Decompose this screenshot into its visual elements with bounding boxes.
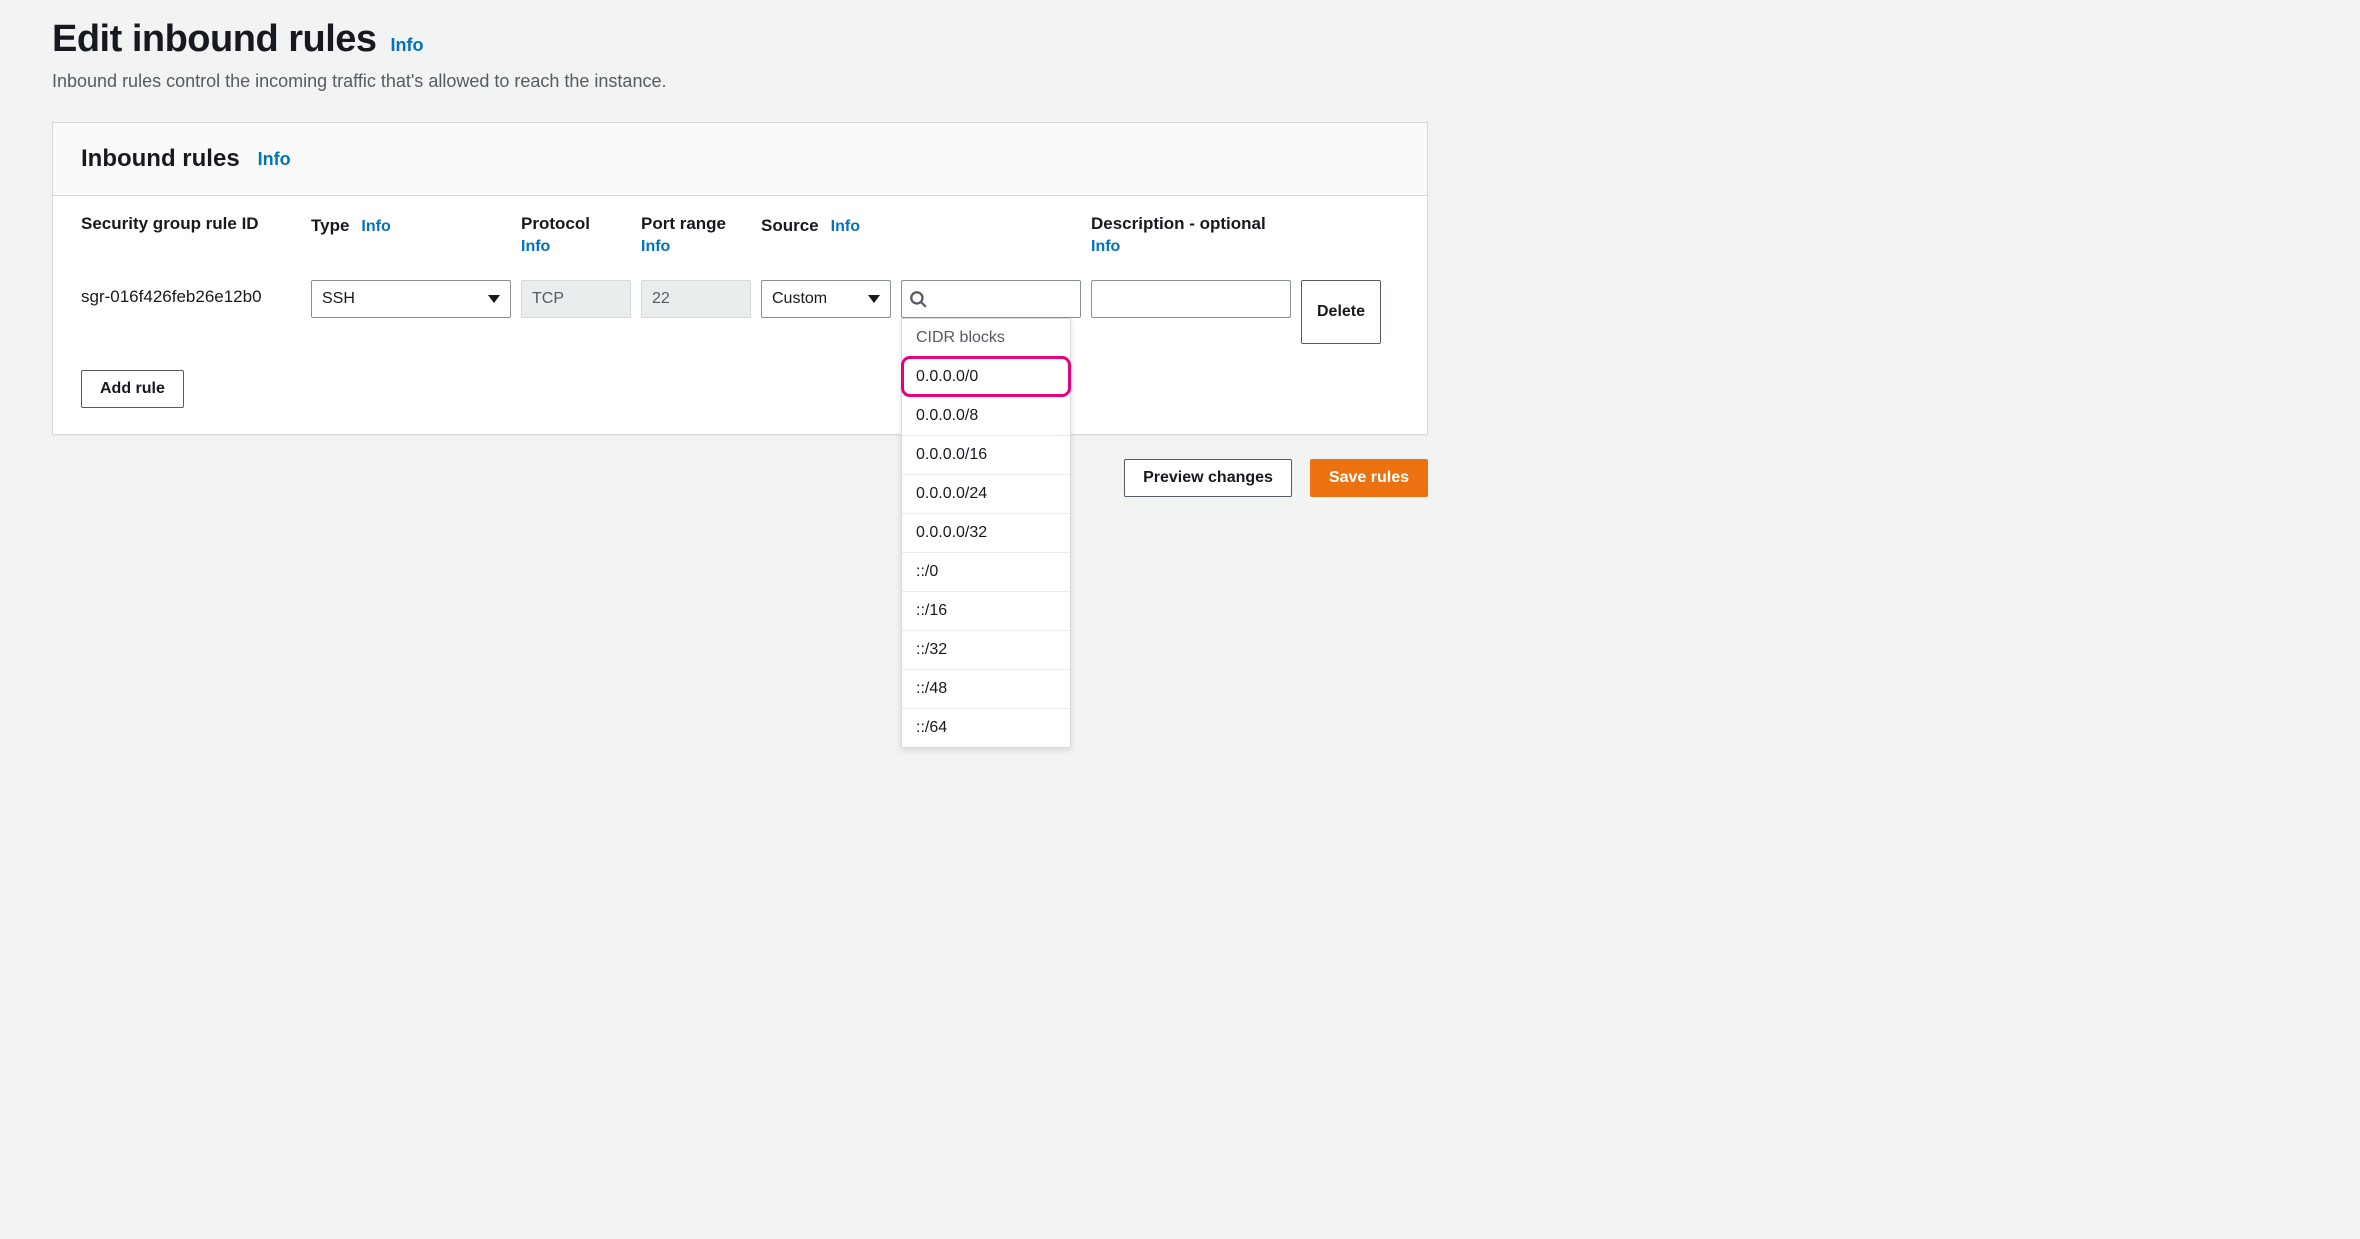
- col-port-info-link[interactable]: Info: [641, 238, 751, 256]
- col-port: Port range Info: [641, 214, 751, 256]
- col-source-label: Source: [761, 216, 819, 236]
- col-type-label: Type: [311, 216, 349, 236]
- source-mode-value: Custom: [772, 290, 827, 308]
- page-subtitle: Inbound rules control the incoming traff…: [52, 71, 1428, 92]
- col-port-label: Port range: [641, 214, 726, 233]
- cidr-option[interactable]: ::/0: [902, 552, 1070, 591]
- col-protocol-label: Protocol: [521, 214, 590, 233]
- description-input[interactable]: [1091, 280, 1291, 318]
- rules-table: Security group rule ID Type Info Protoco…: [53, 196, 1427, 434]
- cidr-option[interactable]: ::/32: [902, 630, 1070, 669]
- source-mode-select[interactable]: Custom: [761, 280, 891, 318]
- type-select[interactable]: SSH: [311, 280, 511, 318]
- panel-title: Inbound rules: [81, 145, 240, 173]
- rule-id-value: sgr-016f426feb26e12b0: [81, 280, 301, 344]
- table-header-row: Security group rule ID Type Info Protoco…: [53, 196, 1427, 270]
- chevron-down-icon: [868, 295, 880, 303]
- col-protocol: Protocol Info: [521, 214, 631, 256]
- port-field: 22: [641, 280, 751, 318]
- col-source-info-link[interactable]: Info: [831, 218, 860, 236]
- type-select-value: SSH: [322, 290, 355, 308]
- panel-info-link[interactable]: Info: [258, 149, 291, 170]
- preview-changes-button[interactable]: Preview changes: [1124, 459, 1292, 497]
- col-source: Source Info: [761, 214, 891, 256]
- delete-button[interactable]: Delete: [1301, 280, 1381, 344]
- col-description-label: Description - optional: [1091, 214, 1266, 233]
- cidr-dropdown-header: CIDR blocks: [902, 319, 1070, 357]
- cidr-option[interactable]: 0.0.0.0/32: [902, 513, 1070, 552]
- cidr-option[interactable]: ::/16: [902, 591, 1070, 630]
- cidr-option[interactable]: ::/64: [902, 708, 1070, 747]
- col-rule-id: Security group rule ID: [81, 214, 301, 256]
- col-description: Description - optional Info: [1091, 214, 1291, 256]
- cidr-dropdown: CIDR blocks 0.0.0.0/00.0.0.0/80.0.0.0/16…: [901, 318, 1071, 748]
- cidr-option[interactable]: 0.0.0.0/0: [902, 357, 1070, 396]
- inbound-rules-panel: Inbound rules Info Security group rule I…: [52, 122, 1428, 435]
- col-type-info-link[interactable]: Info: [361, 218, 390, 236]
- cidr-option[interactable]: ::/48: [902, 669, 1070, 708]
- save-rules-button[interactable]: Save rules: [1310, 459, 1428, 497]
- add-rule-button[interactable]: Add rule: [81, 370, 184, 408]
- col-description-info-link[interactable]: Info: [1091, 238, 1291, 256]
- cidr-option[interactable]: 0.0.0.0/24: [902, 474, 1070, 513]
- cidr-option[interactable]: 0.0.0.0/8: [902, 396, 1070, 435]
- cidr-option[interactable]: 0.0.0.0/16: [902, 435, 1070, 474]
- page-title: Edit inbound rules: [52, 18, 377, 61]
- table-row: sgr-016f426feb26e12b0 SSH TCP 22 Custom: [53, 270, 1427, 354]
- protocol-field: TCP: [521, 280, 631, 318]
- col-protocol-info-link[interactable]: Info: [521, 238, 631, 256]
- source-search-input[interactable]: [901, 280, 1081, 318]
- chevron-down-icon: [488, 295, 500, 303]
- page-title-info-link[interactable]: Info: [391, 35, 424, 56]
- col-type: Type Info: [311, 214, 511, 256]
